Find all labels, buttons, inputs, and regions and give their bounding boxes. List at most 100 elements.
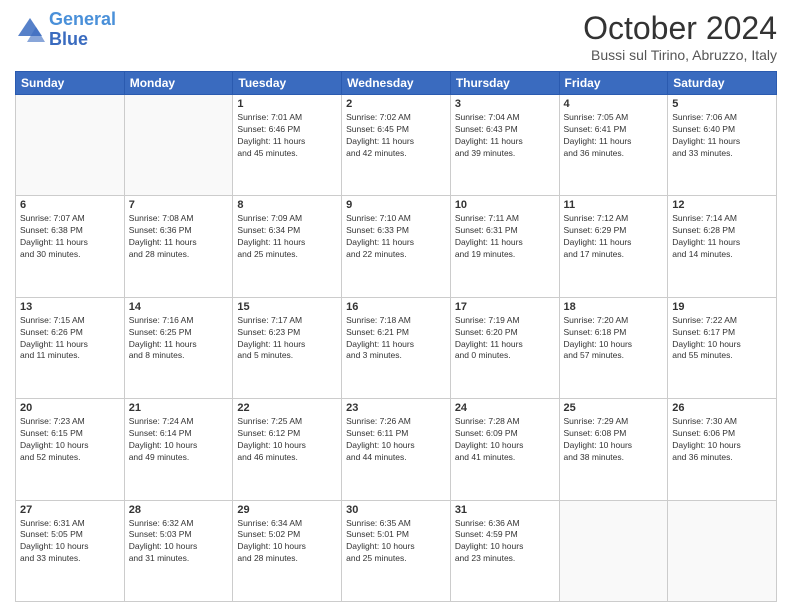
- table-cell: 6Sunrise: 7:07 AM Sunset: 6:38 PM Daylig…: [16, 196, 125, 297]
- table-cell: [16, 95, 125, 196]
- day-info: Sunrise: 7:14 AM Sunset: 6:28 PM Dayligh…: [672, 213, 772, 261]
- day-info: Sunrise: 7:30 AM Sunset: 6:06 PM Dayligh…: [672, 416, 772, 464]
- table-cell: 25Sunrise: 7:29 AM Sunset: 6:08 PM Dayli…: [559, 399, 668, 500]
- month-year: October 2024: [583, 10, 777, 47]
- day-info: Sunrise: 7:12 AM Sunset: 6:29 PM Dayligh…: [564, 213, 664, 261]
- day-number: 8: [237, 199, 337, 211]
- day-number: 23: [346, 402, 446, 414]
- day-info: Sunrise: 6:35 AM Sunset: 5:01 PM Dayligh…: [346, 518, 446, 566]
- day-number: 17: [455, 301, 555, 313]
- week-row-1: 1 Sunrise: 7:01 AM Sunset: 6:46 PM Daylig…: [16, 95, 777, 196]
- day-info: Sunrise: 7:11 AM Sunset: 6:31 PM Dayligh…: [455, 213, 555, 261]
- day-info: Sunrise: 7:22 AM Sunset: 6:17 PM Dayligh…: [672, 315, 772, 363]
- day-info: Sunrise: 7:15 AM Sunset: 6:26 PM Dayligh…: [20, 315, 120, 363]
- day-number: 7: [129, 199, 229, 211]
- day-info: Sunrise: 7:25 AM Sunset: 6:12 PM Dayligh…: [237, 416, 337, 464]
- logo-icon: [15, 15, 45, 45]
- day-number: 22: [237, 402, 337, 414]
- day-info: Sunrise: 7:10 AM Sunset: 6:33 PM Dayligh…: [346, 213, 446, 261]
- table-cell: 30 Sunrise: 6:35 AM Sunset: 5:01 PM Dayli…: [342, 500, 451, 601]
- day-number: 27: [20, 504, 120, 516]
- col-friday: Friday: [559, 72, 668, 95]
- col-wednesday: Wednesday: [342, 72, 451, 95]
- day-number: 15: [237, 301, 337, 313]
- day-number: 12: [672, 199, 772, 211]
- day-number: 28: [129, 504, 229, 516]
- day-number: 24: [455, 402, 555, 414]
- day-number: 30: [346, 504, 446, 516]
- table-cell: 13 Sunrise: 7:15 AM Sunset: 6:26 PM Dayli…: [16, 297, 125, 398]
- table-cell: 15 Sunrise: 7:17 AM Sunset: 6:23 PM Dayli…: [233, 297, 342, 398]
- day-info: Sunrise: 7:02 AM Sunset: 6:45 PM Dayligh…: [346, 112, 446, 160]
- day-number: 9: [346, 199, 446, 211]
- day-number: 14: [129, 301, 229, 313]
- table-cell: 10 Sunrise: 7:11 AM Sunset: 6:31 PM Dayli…: [450, 196, 559, 297]
- week-row-2: 6Sunrise: 7:07 AM Sunset: 6:38 PM Daylig…: [16, 196, 777, 297]
- week-row-3: 13 Sunrise: 7:15 AM Sunset: 6:26 PM Dayli…: [16, 297, 777, 398]
- table-cell: 18 Sunrise: 7:20 AM Sunset: 6:18 PM Dayli…: [559, 297, 668, 398]
- day-number: 18: [564, 301, 664, 313]
- week-row-5: 27 Sunrise: 6:31 AM Sunset: 5:05 PM Dayli…: [16, 500, 777, 601]
- day-info: Sunrise: 7:05 AM Sunset: 6:41 PM Dayligh…: [564, 112, 664, 160]
- day-info: Sunrise: 7:06 AM Sunset: 6:40 PM Dayligh…: [672, 112, 772, 160]
- table-cell: 11 Sunrise: 7:12 AM Sunset: 6:29 PM Dayli…: [559, 196, 668, 297]
- day-info: Sunrise: 7:23 AM Sunset: 6:15 PM Dayligh…: [20, 416, 120, 464]
- day-number: 13: [20, 301, 120, 313]
- day-number: 20: [20, 402, 120, 414]
- day-number: 5: [672, 98, 772, 110]
- day-info: Sunrise: 6:31 AM Sunset: 5:05 PM Dayligh…: [20, 518, 120, 566]
- day-info: Sunrise: 7:24 AM Sunset: 6:14 PM Dayligh…: [129, 416, 229, 464]
- day-info: Sunrise: 7:16 AM Sunset: 6:25 PM Dayligh…: [129, 315, 229, 363]
- day-info: Sunrise: 7:09 AM Sunset: 6:34 PM Dayligh…: [237, 213, 337, 261]
- day-info: Sunrise: 7:08 AM Sunset: 6:36 PM Dayligh…: [129, 213, 229, 261]
- day-number: 4: [564, 98, 664, 110]
- table-cell: 17 Sunrise: 7:19 AM Sunset: 6:20 PM Dayli…: [450, 297, 559, 398]
- day-number: 26: [672, 402, 772, 414]
- table-cell: 21Sunrise: 7:24 AM Sunset: 6:14 PM Dayli…: [124, 399, 233, 500]
- day-info: Sunrise: 6:36 AM Sunset: 4:59 PM Dayligh…: [455, 518, 555, 566]
- day-info: Sunrise: 6:32 AM Sunset: 5:03 PM Dayligh…: [129, 518, 229, 566]
- table-cell: 23Sunrise: 7:26 AM Sunset: 6:11 PM Dayli…: [342, 399, 451, 500]
- table-cell: 3Sunrise: 7:04 AM Sunset: 6:43 PM Daylig…: [450, 95, 559, 196]
- day-number: 29: [237, 504, 337, 516]
- calendar-table: Sunday Monday Tuesday Wednesday Thursday…: [15, 71, 777, 602]
- table-cell: 9 Sunrise: 7:10 AM Sunset: 6:33 PM Daylig…: [342, 196, 451, 297]
- day-info: Sunrise: 7:20 AM Sunset: 6:18 PM Dayligh…: [564, 315, 664, 363]
- table-cell: 24 Sunrise: 7:28 AM Sunset: 6:09 PM Dayli…: [450, 399, 559, 500]
- table-cell: 2 Sunrise: 7:02 AM Sunset: 6:45 PM Daylig…: [342, 95, 451, 196]
- day-info: Sunrise: 7:17 AM Sunset: 6:23 PM Dayligh…: [237, 315, 337, 363]
- col-monday: Monday: [124, 72, 233, 95]
- week-row-4: 20 Sunrise: 7:23 AM Sunset: 6:15 PM Dayli…: [16, 399, 777, 500]
- location: Bussi sul Tirino, Abruzzo, Italy: [583, 47, 777, 63]
- day-info: Sunrise: 7:18 AM Sunset: 6:21 PM Dayligh…: [346, 315, 446, 363]
- day-number: 25: [564, 402, 664, 414]
- logo-text: General Blue: [49, 10, 116, 50]
- day-number: 31: [455, 504, 555, 516]
- table-cell: 22 Sunrise: 7:25 AM Sunset: 6:12 PM Dayli…: [233, 399, 342, 500]
- day-number: 2: [346, 98, 446, 110]
- table-cell: 26 Sunrise: 7:30 AM Sunset: 6:06 PM Dayli…: [668, 399, 777, 500]
- day-number: 10: [455, 199, 555, 211]
- day-info: Sunrise: 6:34 AM Sunset: 5:02 PM Dayligh…: [237, 518, 337, 566]
- table-cell: 14 Sunrise: 7:16 AM Sunset: 6:25 PM Dayli…: [124, 297, 233, 398]
- col-tuesday: Tuesday: [233, 72, 342, 95]
- table-cell: 8 Sunrise: 7:09 AM Sunset: 6:34 PM Daylig…: [233, 196, 342, 297]
- day-info: Sunrise: 7:01 AM Sunset: 6:46 PM Dayligh…: [237, 112, 337, 160]
- table-cell: 27 Sunrise: 6:31 AM Sunset: 5:05 PM Dayli…: [16, 500, 125, 601]
- table-cell: 4 Sunrise: 7:05 AM Sunset: 6:41 PM Daylig…: [559, 95, 668, 196]
- page: General Blue October 2024 Bussi sul Tiri…: [0, 0, 792, 612]
- table-cell: 5 Sunrise: 7:06 AM Sunset: 6:40 PM Daylig…: [668, 95, 777, 196]
- day-number: 1: [237, 98, 337, 110]
- table-cell: [668, 500, 777, 601]
- day-info: Sunrise: 7:19 AM Sunset: 6:20 PM Dayligh…: [455, 315, 555, 363]
- day-info: Sunrise: 7:28 AM Sunset: 6:09 PM Dayligh…: [455, 416, 555, 464]
- table-cell: 7 Sunrise: 7:08 AM Sunset: 6:36 PM Daylig…: [124, 196, 233, 297]
- day-info: Sunrise: 7:07 AM Sunset: 6:38 PM Dayligh…: [20, 213, 120, 261]
- day-number: 16: [346, 301, 446, 313]
- table-cell: 12 Sunrise: 7:14 AM Sunset: 6:28 PM Dayli…: [668, 196, 777, 297]
- table-cell: 20 Sunrise: 7:23 AM Sunset: 6:15 PM Dayli…: [16, 399, 125, 500]
- table-cell: [124, 95, 233, 196]
- day-number: 11: [564, 199, 664, 211]
- table-cell: 16 Sunrise: 7:18 AM Sunset: 6:21 PM Dayli…: [342, 297, 451, 398]
- table-cell: 1 Sunrise: 7:01 AM Sunset: 6:46 PM Daylig…: [233, 95, 342, 196]
